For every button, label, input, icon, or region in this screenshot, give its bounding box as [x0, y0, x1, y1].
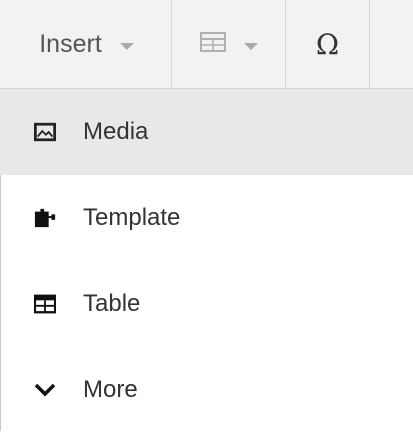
table-menu-button[interactable]: [172, 0, 286, 88]
puzzle-icon: [34, 207, 56, 229]
menu-item-more[interactable]: More: [0, 347, 413, 433]
menu-item-media[interactable]: Media: [0, 89, 413, 175]
menu-item-template[interactable]: Template: [0, 175, 413, 261]
special-character-label: Ω: [315, 27, 340, 61]
menu-item-label: Table: [83, 290, 141, 317]
chevron-down-icon: [119, 42, 134, 50]
image-icon: [34, 121, 56, 143]
menu-item-table[interactable]: Table: [0, 261, 413, 347]
menu-item-label: Media: [83, 118, 149, 145]
chevron-down-icon: [243, 42, 258, 50]
insert-button-label: Insert: [39, 29, 102, 58]
editor-toolbar: Insert Ω: [0, 0, 413, 89]
table-icon: [199, 31, 226, 57]
menu-item-label: Template: [83, 204, 181, 231]
special-character-button[interactable]: Ω: [286, 0, 370, 88]
table-icon: [34, 293, 56, 315]
insert-menu-button[interactable]: Insert: [0, 0, 172, 88]
insert-dropdown-menu: Media Template Table More: [0, 89, 413, 433]
chevron-down-icon: [34, 379, 56, 401]
menu-item-label: More: [83, 376, 138, 403]
